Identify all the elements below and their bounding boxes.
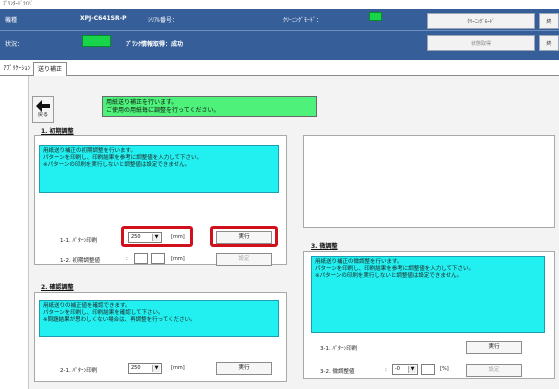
chevron-down-icon: ▼ <box>152 365 160 372</box>
section2-execute-button[interactable]: 実行 <box>216 362 272 375</box>
section1-row1-label: 1-1. ﾊﾟﾀｰﾝ印刷 <box>60 238 98 244</box>
back-button-label: 戻る <box>37 112 48 118</box>
mode-indicator <box>369 12 382 21</box>
chevron-down-icon: ▼ <box>408 366 416 373</box>
section2-info: 用紙送りの補正値を確認できます。 パターンを印刷し、印刷結果を確認して下さい。 … <box>39 300 279 337</box>
section2-title: 2. 確認調整 <box>41 284 74 291</box>
section1-title: 1. 初期調整 <box>41 128 74 135</box>
serial-label: ｼﾘｱﾙ番号： <box>148 17 179 24</box>
section3-row2-unit: [%] <box>440 366 449 372</box>
section3-row2-label: 3-2. 微調整値 <box>320 369 355 375</box>
section3-set-button[interactable]: 設定 <box>466 364 522 377</box>
section1-unit: [mm] <box>171 234 185 240</box>
tab-feed-correction[interactable]: 送り補正 <box>33 62 67 76</box>
preview-panel <box>303 135 555 228</box>
message-line-2: ご使用の用紙毎に調整を行ってください。 <box>106 107 220 114</box>
status-text: ﾌﾟﾗﾝｸ情報取得：成功 <box>126 41 184 48</box>
status-indicator <box>82 35 111 47</box>
message-line-1: 用紙送り補正を行います。 <box>106 99 178 106</box>
section1-adjust-input-a[interactable] <box>134 253 148 264</box>
section3-row2-colon: : <box>385 367 387 373</box>
section2-unit: [mm] <box>171 365 185 371</box>
section1-row2-colon: : <box>126 256 128 262</box>
tab-strip <box>0 60 559 76</box>
section1-execute-button[interactable]: 実行 <box>216 231 272 244</box>
section3-adjust-select[interactable]: -0 ▼ <box>392 364 418 375</box>
cleaning-mode-button[interactable]: ｸﾘｰﾆﾝｸﾞﾓｰﾄﾞ <box>427 13 535 29</box>
section3-title: 3. 微調整 <box>311 243 338 250</box>
section1-row2-label: 1-2. 初期調整値 <box>60 258 100 264</box>
model-value: XPJ-C641SR-P <box>80 15 127 22</box>
section2-print-size-select[interactable]: 250 ▼ <box>128 363 162 374</box>
header-right-button-top[interactable]: 終 <box>539 13 559 29</box>
status-label: 状況： <box>5 41 24 48</box>
message-bar: 用紙送り補正を行います。 ご使用の用紙毎に調整を行ってください。 <box>102 96 317 117</box>
section3-row1-label: 3-1. ﾊﾟﾀｰﾝ印刷 <box>320 346 358 352</box>
section3-adjust-input[interactable] <box>421 364 435 375</box>
back-arrow-icon <box>36 100 50 112</box>
section3-execute-button[interactable]: 実行 <box>466 341 522 354</box>
model-label: 機種 <box>5 17 18 24</box>
section2-row1-label: 2-1. ﾊﾟﾀｰﾝ印刷 <box>60 368 98 374</box>
section1-set-button[interactable]: 設定 <box>216 253 272 266</box>
header-divider <box>0 30 559 31</box>
header-right-button-bottom[interactable]: 終 <box>539 35 559 51</box>
back-button[interactable]: 戻る <box>32 96 54 123</box>
tab-application[interactable]: ｱﾌﾟﾘｹｰｼｮﾝ <box>2 62 32 76</box>
chevron-down-icon: ▼ <box>152 234 160 241</box>
section3-info: 用紙送り補正の微調整を行います。 パターンを印刷し、印刷結果を参考に調整値を入力… <box>311 256 545 333</box>
section1-row2-unit: [mm] <box>171 256 185 262</box>
status-fetch-button[interactable]: 状態取得 <box>427 35 535 51</box>
section1-info: 用紙送り補正の初期調整を行います。 パターンを印刷し、印刷結果を参考に調整値を入… <box>39 145 279 193</box>
section2-select-value: 250 <box>131 365 141 371</box>
section1-adjust-input-b[interactable] <box>151 253 165 264</box>
section1-print-size-select[interactable]: 250 ▼ <box>128 232 162 243</box>
section1-select-value: 250 <box>131 234 141 240</box>
mode-label: ｸﾘｰﾆﾝｸﾞﾓｰﾄﾞ： <box>283 17 323 24</box>
section3-select-value: -0 <box>395 366 400 372</box>
window-title: ﾌﾟﾘﾝﾀｰﾄﾞﾗｲﾊﾞ <box>0 0 559 9</box>
